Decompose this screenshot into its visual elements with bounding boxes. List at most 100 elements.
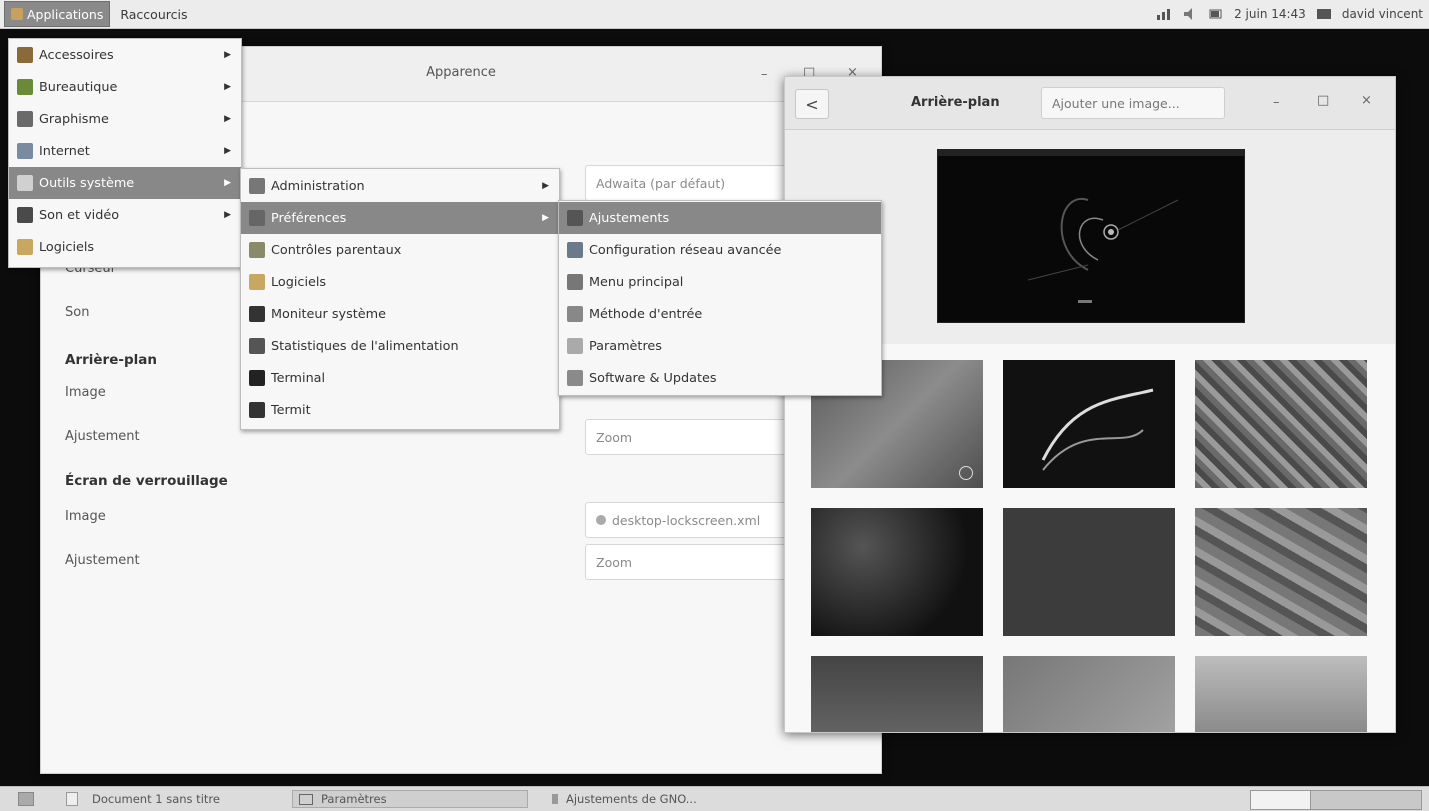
task-tweaks[interactable]: Ajustements de GNO...: [546, 790, 776, 808]
task-document[interactable]: Document 1 sans titre: [60, 790, 270, 808]
menu-item[interactable]: Internet ▶: [9, 135, 241, 167]
menu-item-label: Accessoires: [39, 47, 114, 63]
terminal-icon: [249, 370, 265, 386]
accessories-icon: [17, 47, 33, 63]
lockscreen-image-value: desktop-lockscreen.xml: [612, 512, 761, 528]
task-tweaks-label: Ajustements de GNO...: [566, 792, 697, 806]
menu-item[interactable]: Moniteur système: [241, 298, 559, 330]
menu-item[interactable]: Bureautique ▶: [9, 71, 241, 103]
menu-item-label: Internet: [39, 143, 90, 159]
menu-item[interactable]: Son et vidéo ▶: [9, 199, 241, 231]
add-image-button[interactable]: Ajouter une image...: [1041, 87, 1225, 119]
menu-item[interactable]: Logiciels: [9, 231, 241, 263]
task-settings[interactable]: Paramètres: [292, 790, 528, 808]
submenu-arrow-icon: ▶: [224, 210, 231, 220]
preferences-submenu: Ajustements Configuration réseau avancée M…: [558, 200, 882, 396]
lockscreen-adjust-label: Ajustement: [65, 553, 140, 568]
software-updates-icon: [567, 370, 583, 386]
workspace-switcher[interactable]: [1310, 790, 1422, 810]
background-adjust-combo[interactable]: Zoom: [585, 419, 795, 455]
battery-icon[interactable]: [1208, 7, 1224, 21]
internet-icon: [17, 143, 33, 159]
user-icon: [1316, 7, 1332, 21]
back-button[interactable]: <: [795, 89, 829, 119]
user-name[interactable]: david vincent: [1342, 7, 1423, 21]
selected-check-icon: [959, 466, 973, 480]
task-settings-label: Paramètres: [321, 792, 387, 806]
wallpaper-thumbnail[interactable]: [811, 656, 983, 732]
maximize-icon[interactable]: □: [1317, 93, 1329, 108]
workspace-switcher[interactable]: [1250, 790, 1312, 810]
menu-item[interactable]: Logiciels: [241, 266, 559, 298]
background-dialog-title: Arrière-plan: [911, 95, 1000, 110]
theme-combo[interactable]: Adwaita (par défaut): [585, 165, 795, 201]
task-document-label: Document 1 sans titre: [92, 792, 220, 806]
applications-label: Applications: [27, 6, 104, 22]
office-icon: [17, 79, 33, 95]
wallpaper-thumbnail[interactable]: [811, 508, 983, 636]
close-icon[interactable]: ×: [1361, 93, 1372, 108]
menu-item-label: Logiciels: [39, 239, 95, 255]
menu-item-label: Statistiques de l'alimentation: [271, 338, 459, 354]
menu-item[interactable]: Préférences ▶: [241, 202, 559, 234]
menu-item[interactable]: Méthode d'entrée: [559, 298, 881, 330]
applications-menu-button[interactable]: Applications: [4, 1, 111, 27]
menu-item-label: Paramètres: [589, 338, 662, 354]
wallpaper-thumbnail[interactable]: [1003, 360, 1175, 488]
menu-item-label: Termit: [271, 402, 311, 418]
window-icon: [299, 793, 313, 805]
menu-item[interactable]: Administration ▶: [241, 170, 559, 202]
lockscreen-section-title: Écran de verrouillage: [65, 473, 228, 489]
show-desktop-icon[interactable]: [18, 792, 34, 806]
menu-item[interactable]: Software & Updates: [559, 362, 881, 394]
preview-swirl-image: [938, 150, 1244, 303]
menu-item-label: Software & Updates: [589, 370, 717, 386]
menu-item[interactable]: Terminal: [241, 362, 559, 394]
lockscreen-image-button[interactable]: desktop-lockscreen.xml: [585, 502, 795, 538]
menu-item[interactable]: Outils système ▶: [9, 167, 241, 199]
system-tools-submenu: Administration ▶ Préférences ▶ Contrôles par…: [240, 168, 560, 430]
background-dialog: < Arrière-plan Ajouter une image... – □ …: [784, 76, 1396, 733]
system-tools-icon: [17, 175, 33, 191]
submenu-arrow-icon: ▶: [542, 213, 549, 223]
menu-item-label: Logiciels: [271, 274, 327, 290]
menu-item[interactable]: Configuration réseau avancée: [559, 234, 881, 266]
menu-item-label: Menu principal: [589, 274, 684, 290]
menu-item-label: Contrôles parentaux: [271, 242, 402, 258]
wallpaper-thumbnail[interactable]: [1195, 508, 1367, 636]
menu-item[interactable]: Termit: [241, 394, 559, 426]
wallpaper-thumbnail[interactable]: [1195, 656, 1367, 732]
menu-item[interactable]: Ajustements: [559, 202, 881, 234]
system-monitor-icon: [249, 306, 265, 322]
wallpaper-thumbnail[interactable]: [1003, 508, 1175, 636]
network-icon[interactable]: [1156, 7, 1172, 21]
clock[interactable]: 2 juin 14:43: [1234, 7, 1306, 21]
menu-item[interactable]: Paramètres: [559, 330, 881, 362]
main-menu-icon: [567, 274, 583, 290]
lockscreen-adjust-combo[interactable]: Zoom: [585, 544, 795, 580]
volume-icon[interactable]: [1182, 7, 1198, 21]
minimize-icon[interactable]: –: [1273, 95, 1280, 110]
menu-item-label: Outils système: [39, 175, 135, 191]
wallpaper-thumbnail[interactable]: [1195, 360, 1367, 488]
menu-item[interactable]: Statistiques de l'alimentation: [241, 330, 559, 362]
software-icon: [249, 274, 265, 290]
power-statistics-icon: [249, 338, 265, 354]
submenu-arrow-icon: ▶: [224, 178, 231, 188]
shortcuts-menu-button[interactable]: Raccourcis: [114, 2, 193, 26]
menu-item[interactable]: Accessoires ▶: [9, 39, 241, 71]
submenu-arrow-icon: ▶: [224, 50, 231, 60]
network-config-icon: [567, 242, 583, 258]
menu-item[interactable]: Contrôles parentaux: [241, 234, 559, 266]
wallpaper-thumbnail[interactable]: [1003, 656, 1175, 732]
menu-item[interactable]: Graphisme ▶: [9, 103, 241, 135]
menu-item-label: Méthode d'entrée: [589, 306, 703, 322]
background-adjust-label: Ajustement: [65, 429, 140, 444]
minimize-icon[interactable]: –: [761, 67, 768, 82]
applications-icon: [11, 8, 23, 20]
input-method-icon: [567, 306, 583, 322]
parental-controls-icon: [249, 242, 265, 258]
tweaks-icon: [552, 794, 558, 804]
menu-item[interactable]: Menu principal: [559, 266, 881, 298]
top-panel: Applications Raccourcis 2 juin 14:43 dav…: [0, 0, 1429, 29]
